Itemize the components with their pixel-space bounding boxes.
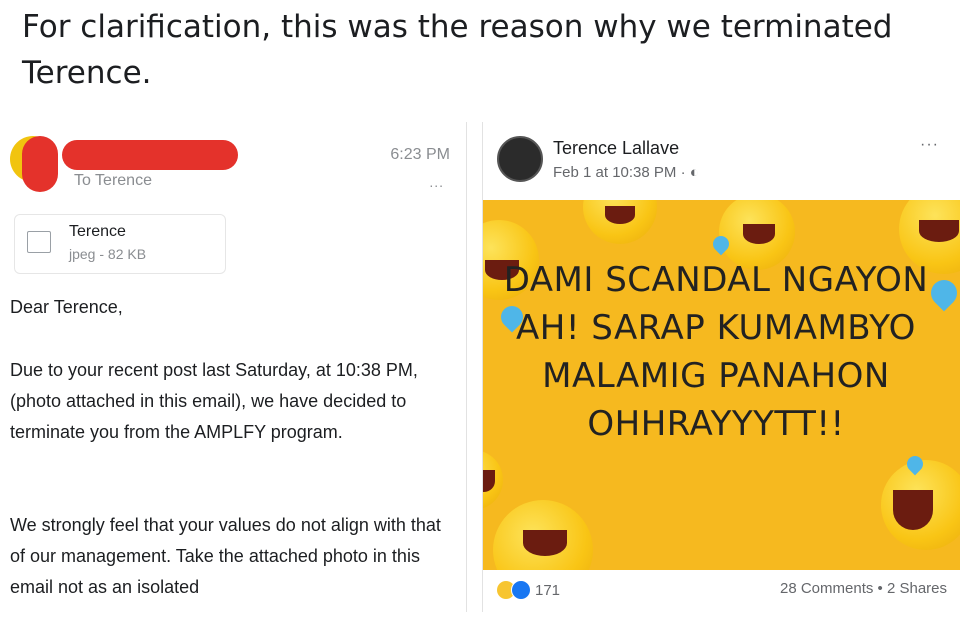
meme-text: DAMI SCANDAL NGAYON AH! SARAP KUMAMBYO M… [503, 260, 929, 444]
post-more-button[interactable]: ··· [920, 136, 939, 154]
email-panel: 6:23 PM To Terence ... Terence jpeg - 82… [0, 122, 467, 612]
email-recipient: To Terence [74, 172, 152, 189]
reactions-summary[interactable]: 171 [497, 580, 560, 602]
caption-text: For clarification, this was the reason w… [22, 9, 893, 91]
author-avatar[interactable] [497, 136, 543, 182]
laughing-emoji-icon [483, 450, 503, 510]
laughing-emoji-icon [881, 460, 960, 550]
image-file-icon [27, 231, 51, 253]
redaction-mark [22, 136, 58, 192]
email-time: 6:23 PM [390, 146, 450, 163]
meme-image[interactable]: DAMI SCANDAL NGAYON AH! SARAP KUMAMBYO M… [483, 200, 960, 570]
like-reaction-icon [511, 580, 531, 600]
comments-shares-count[interactable]: 28 Comments • 2 Shares [780, 580, 947, 597]
email-paragraph: Due to your recent post last Saturday, a… [10, 360, 418, 442]
post-author[interactable]: Terence Lallave [553, 138, 679, 159]
laughing-emoji-icon [583, 200, 657, 244]
facebook-post: Terence Lallave Feb 1 at 10:38 PM · ◐ ··… [482, 122, 960, 612]
globe-icon: ◐ [689, 164, 699, 181]
attachment-meta: jpeg - 82 KB [69, 246, 147, 262]
reaction-count: 171 [535, 581, 561, 599]
post-date-text: Feb 1 at 10:38 PM · [553, 164, 690, 181]
email-paragraph: We strongly feel that your values do not… [10, 515, 441, 597]
email-greeting: Dear Terence, [10, 297, 123, 317]
attachment-card[interactable]: Terence jpeg - 82 KB [14, 214, 226, 274]
laughing-emoji-icon [493, 500, 593, 570]
redaction-mark [62, 140, 238, 170]
attachment-name: Terence [69, 223, 126, 240]
post-date[interactable]: Feb 1 at 10:38 PM · ◐ [553, 164, 699, 181]
email-more-button[interactable]: ... [429, 174, 444, 190]
